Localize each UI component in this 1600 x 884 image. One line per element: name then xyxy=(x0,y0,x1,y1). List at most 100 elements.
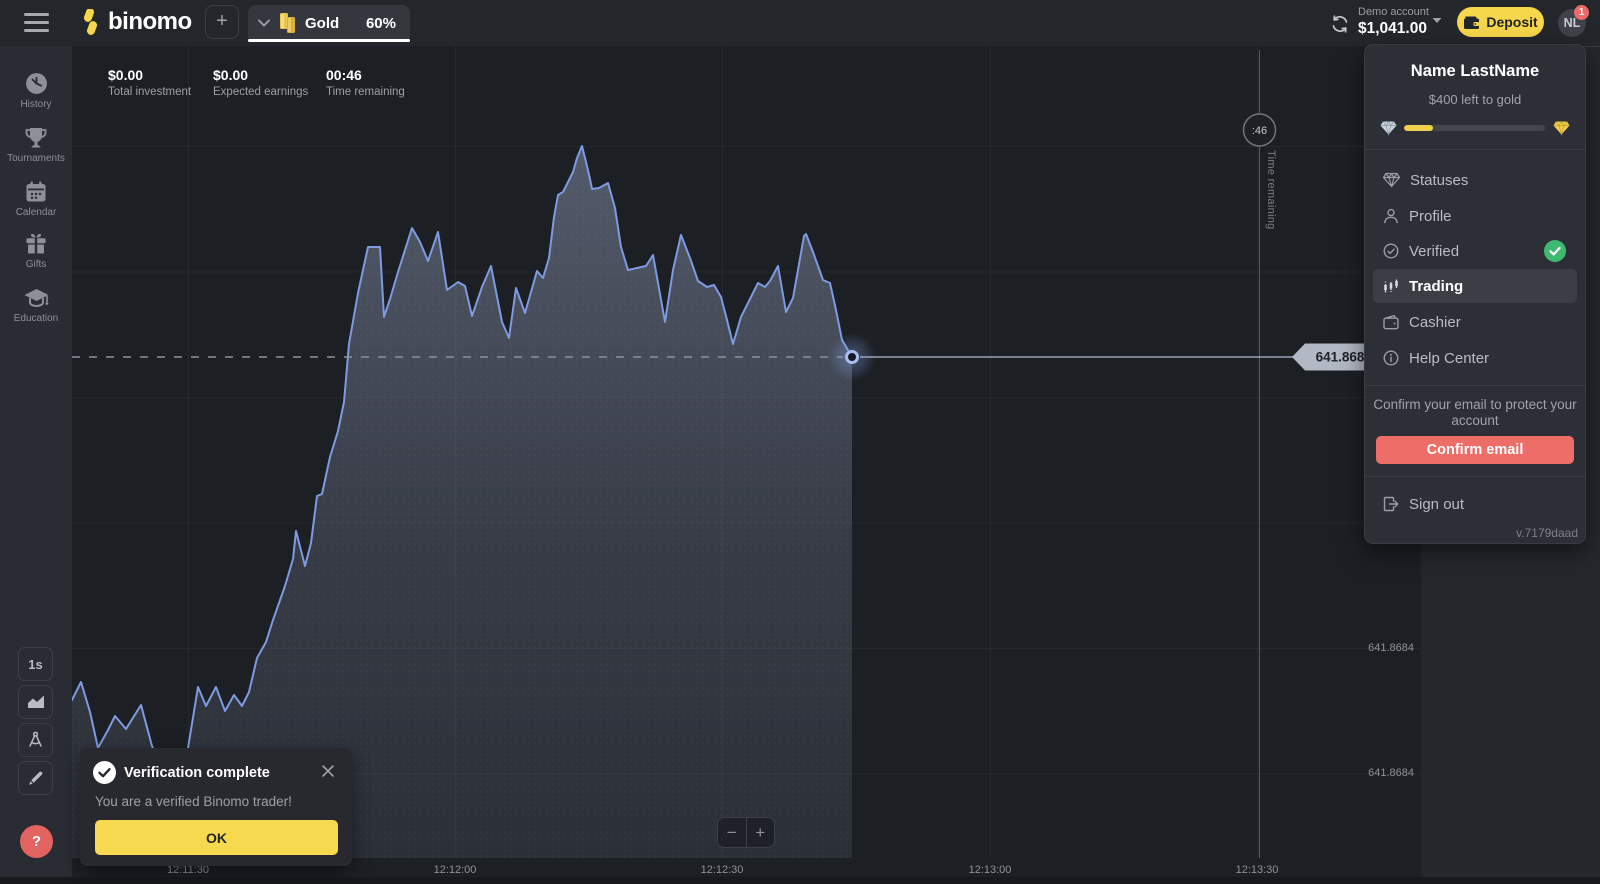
drawing-tools-button[interactable] xyxy=(18,761,53,795)
sidebar-item-gifts[interactable]: Gifts xyxy=(0,232,72,270)
toast-title: Verification complete xyxy=(124,765,270,781)
menu-item-sign-out[interactable]: Sign out xyxy=(1373,488,1577,520)
menu-item-trading[interactable]: Trading xyxy=(1373,269,1577,303)
user-menu: Name LastName $400 left to gold Statuses… xyxy=(1364,44,1586,544)
menu-divider xyxy=(1364,149,1586,150)
price-axis-label: 641.8684 xyxy=(1368,642,1414,654)
time-axis-label: 12:13:30 xyxy=(1236,864,1279,876)
stat-label: Expected earnings xyxy=(213,86,308,98)
trophy-icon xyxy=(23,126,49,150)
asset-name: Gold xyxy=(305,15,339,32)
countdown-badge-text: :46 xyxy=(1252,125,1267,137)
stat-label: Time remaining xyxy=(326,86,405,98)
calendar-icon xyxy=(24,180,48,204)
time-axis-label: 12:12:30 xyxy=(701,864,744,876)
wallet-icon xyxy=(1463,15,1480,30)
menu-item-label: Profile xyxy=(1409,208,1452,225)
asset-tab-active-indicator xyxy=(248,39,410,43)
help-info-icon xyxy=(1383,350,1399,366)
email-note-line2: account xyxy=(1451,413,1498,428)
sidebar-item-education[interactable]: Education xyxy=(0,286,72,324)
indicators-button[interactable] xyxy=(18,723,53,757)
binomo-bolt-icon xyxy=(79,9,101,35)
account-selector[interactable]: Demo account $1,041.00 xyxy=(1358,6,1438,38)
gold-gem-icon xyxy=(1553,120,1570,136)
menu-divider xyxy=(1364,385,1586,386)
add-asset-button[interactable]: + xyxy=(205,5,239,39)
left-sidebar: History Tournaments Calendar xyxy=(0,46,72,877)
education-cap-icon xyxy=(23,286,50,310)
silver-gem-icon xyxy=(1380,120,1397,136)
menu-item-label: Trading xyxy=(1409,278,1463,295)
stat-expected-earnings: $0.00 Expected earnings xyxy=(213,67,308,98)
price-axis-label: 641.8684 xyxy=(1368,767,1414,779)
menu-item-profile[interactable]: Profile xyxy=(1373,199,1577,233)
profile-icon xyxy=(1383,208,1399,224)
sidebar-item-label: Tournaments xyxy=(0,153,72,164)
asset-tab-gold[interactable]: Gold 60% xyxy=(248,5,410,41)
verification-toast: Verification complete You are a verified… xyxy=(80,748,352,866)
cashier-wallet-icon xyxy=(1383,315,1399,330)
zoom-in-button[interactable]: + xyxy=(747,818,775,847)
gift-icon xyxy=(24,232,48,256)
menu-item-label: Verified xyxy=(1409,243,1459,260)
sidebar-item-tournaments[interactable]: Tournaments xyxy=(0,126,72,164)
menu-item-label: Statuses xyxy=(1410,172,1468,189)
email-note-line1: Confirm your email to protect your xyxy=(1373,397,1576,412)
toast-close-icon[interactable] xyxy=(321,764,335,778)
zoom-controls: − + xyxy=(717,817,775,848)
confirm-email-button[interactable]: Confirm email xyxy=(1376,436,1574,464)
trading-candles-icon xyxy=(1383,278,1399,295)
stat-value: $0.00 xyxy=(108,67,191,83)
refresh-balance-icon[interactable] xyxy=(1330,14,1350,34)
menu-item-statuses[interactable]: Statuses xyxy=(1373,163,1577,197)
pencil-icon xyxy=(27,770,44,787)
status-progress-caption: $400 left to gold xyxy=(1364,92,1586,107)
top-bar: binomo + Gold 60% Demo account $1,041.00 xyxy=(0,0,1600,46)
compass-icon xyxy=(27,731,44,749)
toast-message: You are a verified Binomo trader! xyxy=(95,794,292,809)
sidebar-item-label: Gifts xyxy=(0,259,72,270)
time-axis-label: 12:13:00 xyxy=(969,864,1012,876)
sidebar-item-history[interactable]: History xyxy=(0,71,72,110)
time-axis-label: 12:12:00 xyxy=(434,864,477,876)
chart-type-button[interactable] xyxy=(18,685,53,719)
statuses-gem-icon xyxy=(1383,172,1400,188)
hamburger-menu-icon[interactable] xyxy=(24,13,49,32)
area-chart-icon xyxy=(27,694,45,710)
svg-text:641.868: 641.868 xyxy=(1316,350,1365,365)
history-clock-icon xyxy=(24,71,49,96)
status-progress-bar xyxy=(1404,125,1545,131)
user-name: Name LastName xyxy=(1364,62,1586,81)
verified-green-badge xyxy=(1544,240,1566,262)
toast-check-icon xyxy=(93,761,116,784)
chart-interval-button[interactable]: 1s xyxy=(18,647,53,681)
sidebar-item-calendar[interactable]: Calendar xyxy=(0,180,72,218)
binomo-logo[interactable]: binomo xyxy=(79,8,192,36)
sign-out-icon xyxy=(1383,496,1399,512)
sidebar-item-label: History xyxy=(0,99,72,110)
stat-value: $0.00 xyxy=(213,67,308,83)
verified-icon xyxy=(1383,243,1399,259)
help-button[interactable]: ? xyxy=(20,825,53,858)
toast-ok-button[interactable]: OK xyxy=(95,820,338,855)
menu-item-label: Help Center xyxy=(1409,350,1489,367)
logo-text: binomo xyxy=(108,8,192,36)
stat-total-investment: $0.00 Total investment xyxy=(108,67,191,98)
menu-divider xyxy=(1364,476,1586,477)
sidebar-item-label: Calendar xyxy=(0,207,72,218)
deposit-button[interactable]: Deposit xyxy=(1457,7,1544,37)
menu-item-label: Cashier xyxy=(1409,314,1461,331)
zoom-out-button[interactable]: − xyxy=(718,818,747,847)
bottom-edge xyxy=(0,877,1600,884)
app-version: v.7179daad xyxy=(1516,526,1578,540)
menu-item-help-center[interactable]: Help Center xyxy=(1373,341,1577,375)
account-chevron-down-icon[interactable] xyxy=(1431,17,1443,25)
status-progress-fill xyxy=(1404,125,1433,131)
menu-item-verified[interactable]: Verified xyxy=(1373,234,1577,268)
stat-value: 00:46 xyxy=(326,67,405,83)
menu-item-cashier[interactable]: Cashier xyxy=(1373,305,1577,339)
asset-payout: 60% xyxy=(366,15,396,32)
email-confirm-note: Confirm your email to protect your accou… xyxy=(1372,397,1578,428)
gold-asset-icon xyxy=(278,12,298,34)
